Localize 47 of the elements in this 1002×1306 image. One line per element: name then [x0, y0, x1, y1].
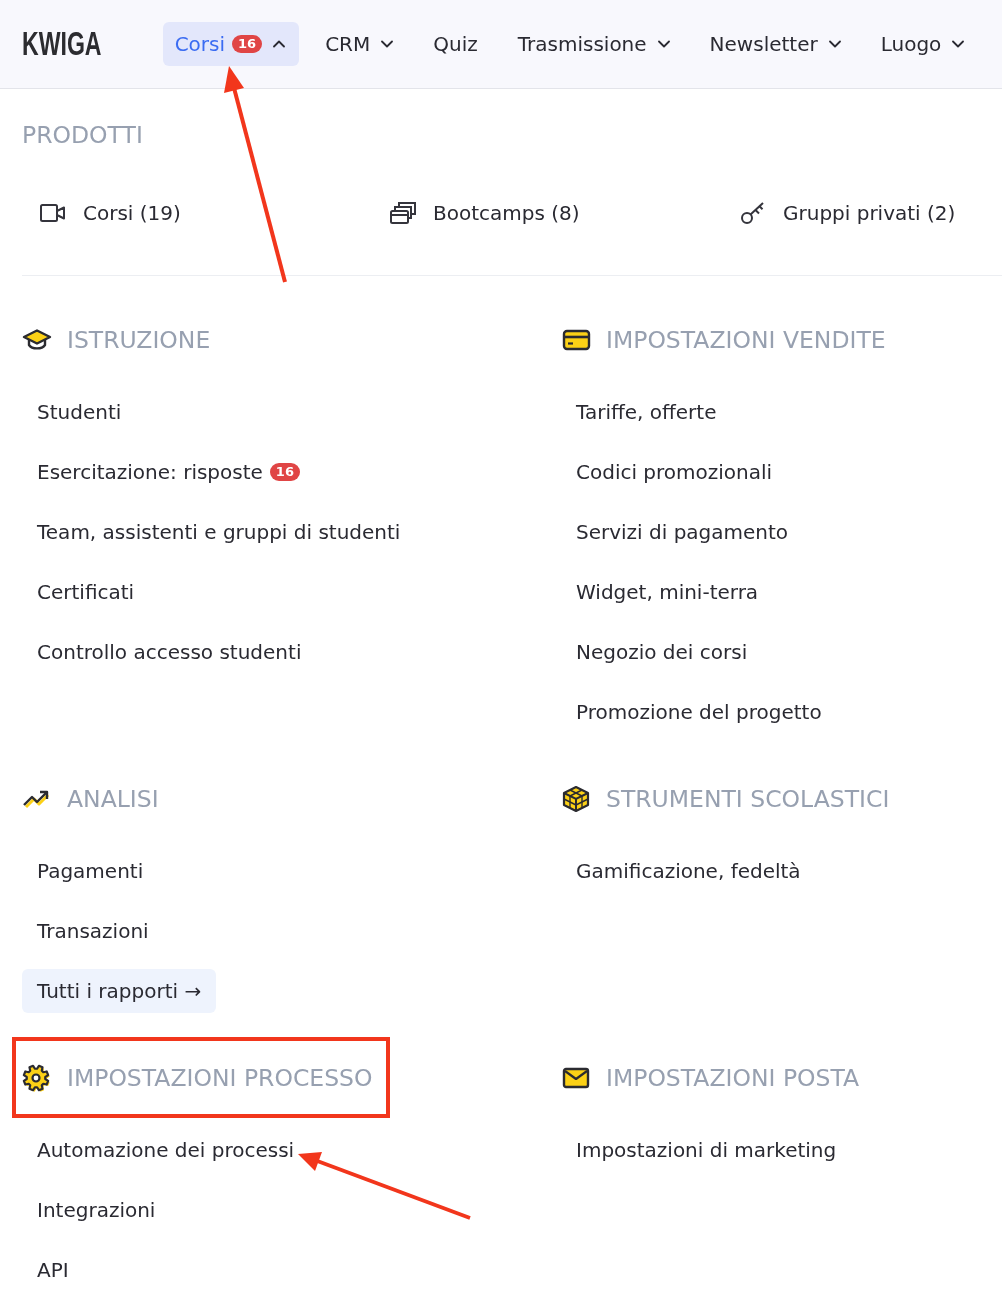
product-link[interactable]: Corsi (19)	[40, 201, 181, 225]
menu-link[interactable]: Transazioni	[37, 918, 149, 944]
stacked-windows-icon	[390, 201, 416, 225]
menu-link[interactable]: Codici promozionali	[576, 459, 773, 485]
menu-link[interactable]: Automazione dei processi	[37, 1137, 295, 1163]
group-title: PRODOTTI	[22, 120, 143, 151]
product-link[interactable]: Gruppi privati (2)	[740, 201, 956, 225]
menu-link[interactable]: Widget, mini-terra	[576, 579, 759, 605]
menu-link[interactable]: Integrazioni	[37, 1197, 156, 1223]
credit-card-icon	[561, 329, 591, 351]
section-title: ISTRUZIONE	[67, 326, 211, 354]
all-reports-button[interactable]: Tutti i rapporti →	[22, 969, 217, 1013]
count-badge: 16	[269, 463, 300, 481]
section-title: IMPOSTAZIONI PROCESSO	[67, 1064, 373, 1092]
logo[interactable]: KWIGA	[22, 26, 102, 62]
nav-menu-item[interactable]: Corsi 16	[162, 22, 300, 66]
menu-link[interactable]: Certificati	[37, 579, 135, 605]
section-title: IMPOSTAZIONI VENDITE	[606, 326, 886, 354]
nav-menu-item[interactable]: Newsletter	[697, 22, 855, 66]
menu-link[interactable]: Team, assistenti e gruppi di studenti	[37, 519, 401, 545]
nav-menu-item[interactable]: Quiz	[421, 22, 492, 66]
menu-link[interactable]: Impostazioni di marketing	[576, 1137, 837, 1163]
menu-link[interactable]: Negozio dei corsi	[576, 639, 748, 665]
graduation-cap-icon	[22, 328, 52, 352]
nav-menu-item[interactable]: CRM	[313, 22, 408, 66]
menu-link[interactable]: Promozione del progetto	[576, 699, 822, 725]
menu-link[interactable]: Gamificazione, fedeltà	[576, 858, 801, 884]
menu-link[interactable]: Pagamenti	[37, 858, 144, 884]
menu-link[interactable]: Studenti	[37, 399, 122, 425]
product-link[interactable]: Bootcamps (8)	[390, 201, 580, 225]
cube-icon	[561, 785, 591, 813]
nav-menu-item[interactable]: Luogo	[868, 22, 979, 66]
menu-link[interactable]: Tariffe, offerte	[576, 399, 717, 425]
section-title: STRUMENTI SCOLASTICI	[606, 785, 890, 813]
nav-menu-item[interactable]: Trasmissione	[505, 22, 684, 66]
section-title: IMPOSTAZIONI POSTA	[606, 1064, 860, 1092]
menu-link[interactable]: Esercitazione: risposte 16	[37, 459, 300, 485]
menu-link[interactable]: Controllo accesso studenti	[37, 639, 302, 665]
count-badge: 16	[232, 35, 263, 53]
section-title: ANALISI	[67, 785, 159, 813]
key-icon	[740, 201, 766, 225]
menu-link[interactable]: Servizi di pagamento	[576, 519, 789, 545]
envelope-icon	[561, 1067, 591, 1089]
video-camera-icon	[40, 203, 66, 223]
gear-icon	[22, 1064, 52, 1092]
menu-link[interactable]: API	[37, 1257, 69, 1283]
trending-up-icon	[22, 788, 52, 810]
